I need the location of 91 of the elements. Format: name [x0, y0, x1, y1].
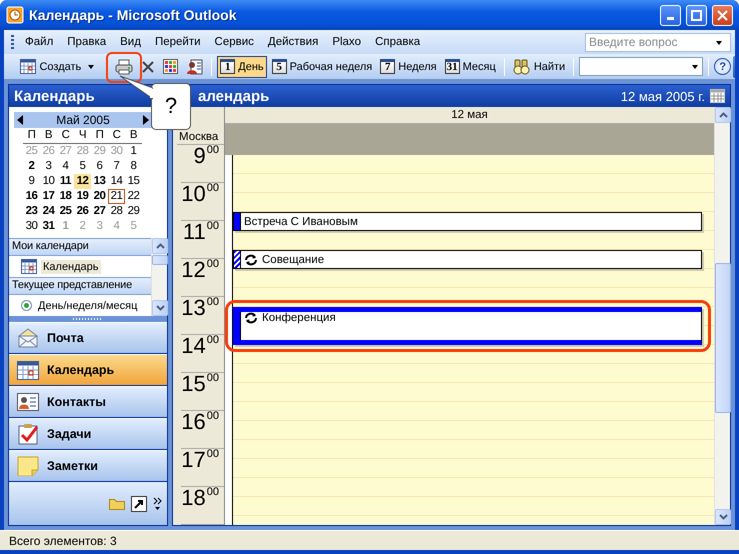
- calendar-day[interactable]: 7: [108, 159, 125, 174]
- weekday-label: Ч: [78, 128, 88, 143]
- new-button[interactable]: Создать: [17, 56, 102, 78]
- menu-item[interactable]: Plaxo: [325, 36, 368, 48]
- calendar-day[interactable]: 10: [40, 174, 57, 189]
- date-label: 12 мая 2005 г.: [620, 88, 705, 104]
- calendar-day[interactable]: 28: [108, 204, 125, 219]
- calendar-day[interactable]: 24: [40, 204, 57, 219]
- status-text: Всего элементов: 3: [9, 534, 117, 548]
- menu-item[interactable]: Вид: [113, 36, 148, 48]
- calendar-day[interactable]: 22: [125, 189, 142, 204]
- menu-item[interactable]: Перейти: [148, 36, 208, 48]
- calendar-day[interactable]: 12: [74, 174, 91, 189]
- calendar-day[interactable]: 21: [108, 189, 125, 204]
- day-header[interactable]: 12 мая: [225, 107, 714, 124]
- weekday-label: В: [128, 128, 138, 143]
- calendar-page-icon: 7: [380, 59, 396, 74]
- appointment-subject: Совещание: [262, 254, 324, 266]
- calendar-day[interactable]: 9: [23, 174, 40, 189]
- hour-label: 16$^{00}$: [181, 411, 224, 449]
- calendar-day[interactable]: 17: [40, 189, 57, 204]
- appointment-subject: Конференция: [262, 312, 336, 324]
- view-button[interactable]: 7 Неделя: [377, 56, 440, 78]
- hour-label: 10$^{00}$: [181, 183, 224, 221]
- calendar-day[interactable]: 14: [108, 174, 125, 189]
- menu-item[interactable]: Сервис: [208, 36, 261, 48]
- weekday-label: П: [94, 128, 104, 143]
- pane-title: алендарь: [197, 88, 270, 104]
- view-button[interactable]: 1 День: [217, 56, 267, 78]
- calendar-day[interactable]: 8: [125, 159, 142, 174]
- calendar-page-icon: 31: [444, 59, 460, 74]
- calendar-day[interactable]: 20: [91, 189, 108, 204]
- menu-item[interactable]: Справка: [368, 36, 428, 48]
- calendar-day[interactable]: 2: [23, 159, 40, 174]
- calendar-day[interactable]: 23: [23, 204, 40, 219]
- calendar-day[interactable]: 6: [91, 159, 108, 174]
- weekday-label: В: [44, 128, 54, 143]
- hour-label: 9$^{00}$: [181, 145, 224, 183]
- view-option-label: День/неделя/месяц: [37, 298, 138, 312]
- appointment[interactable]: Конференция: [233, 307, 702, 345]
- calendar-list-item[interactable]: Календарь: [41, 260, 101, 274]
- calendar-day[interactable]: 5: [74, 159, 91, 174]
- hour-label: 17$^{00}$: [181, 449, 224, 487]
- hour-label: 15$^{00}$: [181, 373, 224, 411]
- navigation-button[interactable]: Календарь: [9, 354, 167, 386]
- calendar-day[interactable]: 19: [74, 189, 91, 204]
- calendar-day[interactable]: 31: [40, 219, 57, 234]
- hour-label: 18$^{00}$: [181, 487, 224, 525]
- help-search-field[interactable]: Введите вопрос: [585, 32, 731, 52]
- calendar-day[interactable]: 26: [74, 204, 91, 219]
- callout: ?: [151, 83, 191, 130]
- appointment[interactable]: Совещание: [233, 250, 702, 269]
- find-button[interactable]: Найти: [510, 56, 568, 78]
- view-button[interactable]: 5 Рабочая неделя: [268, 56, 376, 78]
- hour-label: 14$^{00}$: [181, 335, 224, 373]
- calendar-day[interactable]: 30: [23, 219, 40, 234]
- navigation-button[interactable]: Заметки: [9, 450, 167, 482]
- hour-label: 11$^{00}$: [181, 221, 224, 259]
- calendar-day[interactable]: 3: [40, 159, 57, 174]
- weekday-label: С: [112, 128, 122, 143]
- calendar-day[interactable]: 15: [125, 174, 142, 189]
- calendar-day[interactable]: 13: [91, 174, 108, 189]
- menu-item[interactable]: Правка: [60, 36, 114, 48]
- appointment-subject: Встреча С Ивановым: [244, 216, 358, 228]
- section-header[interactable]: Текущее представление: [9, 277, 151, 295]
- calendar-day[interactable]: 27: [91, 204, 108, 219]
- navigation-button[interactable]: Контакты: [9, 386, 167, 418]
- appointment[interactable]: Встреча С Ивановым: [233, 212, 702, 231]
- navigation-button[interactable]: Задачи: [9, 418, 167, 450]
- calendar-day[interactable]: 1: [125, 144, 142, 159]
- menu-item[interactable]: Файл: [18, 36, 60, 48]
- weekday-label: П: [26, 128, 36, 143]
- calendar-day[interactable]: 18: [57, 189, 74, 204]
- pane-title: Календарь: [14, 88, 95, 104]
- calendar-day[interactable]: 11: [57, 174, 74, 189]
- calendar-day[interactable]: 25: [57, 204, 74, 219]
- view-button[interactable]: 31 Месяц: [442, 56, 499, 78]
- navigation-button[interactable]: Почта: [9, 322, 167, 354]
- calendar-day[interactable]: 4: [57, 159, 74, 174]
- hour-label: 13$^{00}$: [181, 297, 224, 335]
- help-icon[interactable]: ?: [714, 58, 732, 75]
- window-title: Календарь - Microsoft Outlook: [29, 7, 238, 23]
- menu-item[interactable]: Действия: [260, 36, 326, 48]
- weekday-label: С: [60, 128, 70, 143]
- hour-label: 12$^{00}$: [181, 259, 224, 297]
- section-header[interactable]: Мои календари: [9, 238, 151, 256]
- calendar-page-icon: 1: [220, 59, 236, 74]
- calendar-day[interactable]: 16: [23, 189, 40, 204]
- calendar-day[interactable]: 29: [125, 204, 142, 219]
- month-title: Май 2005: [56, 113, 110, 127]
- calendar-page-icon: 5: [272, 59, 287, 74]
